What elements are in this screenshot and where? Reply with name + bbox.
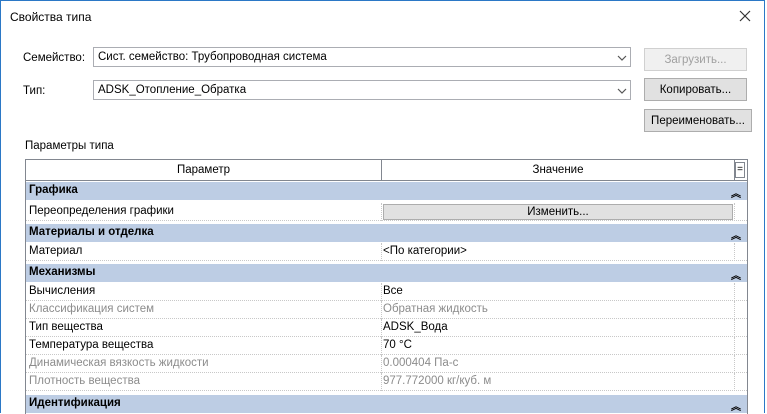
double-chevron-up-icon[interactable]: ︽ <box>731 227 741 242</box>
param-value[interactable]: Все <box>383 285 403 297</box>
title-bar: Свойства типа <box>1 1 764 31</box>
double-chevron-up-icon[interactable]: ︽ <box>731 267 741 282</box>
table-row[interactable]: Вычисления Все <box>26 283 747 301</box>
double-chevron-up-icon[interactable]: ︽ <box>731 398 741 413</box>
type-properties-dialog: Свойства типа Семейство: Сист. семейство… <box>0 0 765 414</box>
table-row: Динамическая вязкость жидкости 0.000404 … <box>26 355 747 373</box>
group-mechanisms[interactable]: Механизмы ︽ <box>26 264 747 282</box>
edit-graphics-button[interactable]: Изменить... <box>383 204 733 220</box>
table-row: Классификация систем Обратная жидкость <box>26 301 747 319</box>
param-value: 977.772000 кг/куб. м <box>383 375 492 387</box>
type-label: Тип: <box>23 85 46 97</box>
family-select[interactable]: Сист. семейство: Трубопроводная система <box>93 47 631 67</box>
table-row[interactable]: Материал <По категории> <box>26 243 747 261</box>
cell-divider <box>734 243 736 261</box>
param-name: Вычисления <box>29 285 96 297</box>
window-title: Свойства типа <box>10 10 92 24</box>
group-graphics[interactable]: Графика ︽ <box>26 182 747 200</box>
type-select[interactable]: ADSK_Отопление_Обратка <box>93 80 631 100</box>
param-name: Переопределения графики <box>29 205 174 217</box>
column-header-parameter[interactable]: Параметр <box>26 160 382 180</box>
group-name: Графика <box>29 184 78 196</box>
rename-button[interactable]: Переименовать... <box>644 109 752 132</box>
param-value: 0.000404 Па-с <box>383 357 459 369</box>
cell-divider <box>734 337 736 355</box>
param-value[interactable]: <По категории> <box>383 245 467 257</box>
column-header-formula[interactable]: = <box>735 162 745 178</box>
family-value: Сист. семейство: Трубопроводная система <box>98 51 327 63</box>
cell-divider <box>734 301 736 319</box>
chevron-down-icon <box>617 88 627 94</box>
table-row: Плотность вещества 977.772000 кг/куб. м <box>26 373 747 391</box>
table-row: Переопределения графики Изменить... <box>26 203 747 221</box>
param-name: Температура вещества <box>29 339 154 351</box>
group-name: Идентификация <box>29 397 121 409</box>
cell-divider <box>734 203 736 221</box>
load-button[interactable]: Загрузить... <box>644 48 747 71</box>
cell-divider <box>734 283 736 301</box>
copy-button[interactable]: Копировать... <box>644 78 747 101</box>
chevron-down-icon <box>617 55 627 61</box>
close-button[interactable] <box>732 5 758 27</box>
type-value: ADSK_Отопление_Обратка <box>98 84 247 96</box>
group-identification[interactable]: Идентификация ︽ <box>26 395 747 413</box>
group-name: Материалы и отделка <box>29 226 154 238</box>
param-name: Классификация систем <box>29 303 155 315</box>
param-value: Обратная жидкость <box>383 303 488 315</box>
cell-divider <box>734 373 736 391</box>
family-label: Семейство: <box>23 52 86 64</box>
column-header-value[interactable]: Значение <box>382 160 735 180</box>
param-name: Тип вещества <box>29 321 103 333</box>
table-row[interactable]: Температура вещества 70 °C <box>26 337 747 355</box>
param-name: Динамическая вязкость жидкости <box>29 357 209 369</box>
param-value[interactable]: 70 °C <box>383 339 412 351</box>
table-row[interactable]: Тип вещества ADSK_Вода <box>26 319 747 337</box>
grid-header: Параметр Значение = <box>26 160 747 181</box>
type-parameters-label: Параметры типа <box>25 140 114 152</box>
group-name: Механизмы <box>29 266 96 278</box>
param-name: Материал <box>29 245 83 257</box>
cell-divider <box>734 355 736 373</box>
close-icon <box>739 10 751 22</box>
cell-divider <box>734 319 736 337</box>
param-value[interactable]: ADSK_Вода <box>383 321 448 333</box>
param-name: Плотность вещества <box>29 375 140 387</box>
double-chevron-up-icon[interactable]: ︽ <box>731 185 741 200</box>
group-materials[interactable]: Материалы и отделка ︽ <box>26 224 747 242</box>
parameters-grid: Параметр Значение = Графика ︽ Переопреде… <box>25 159 748 414</box>
